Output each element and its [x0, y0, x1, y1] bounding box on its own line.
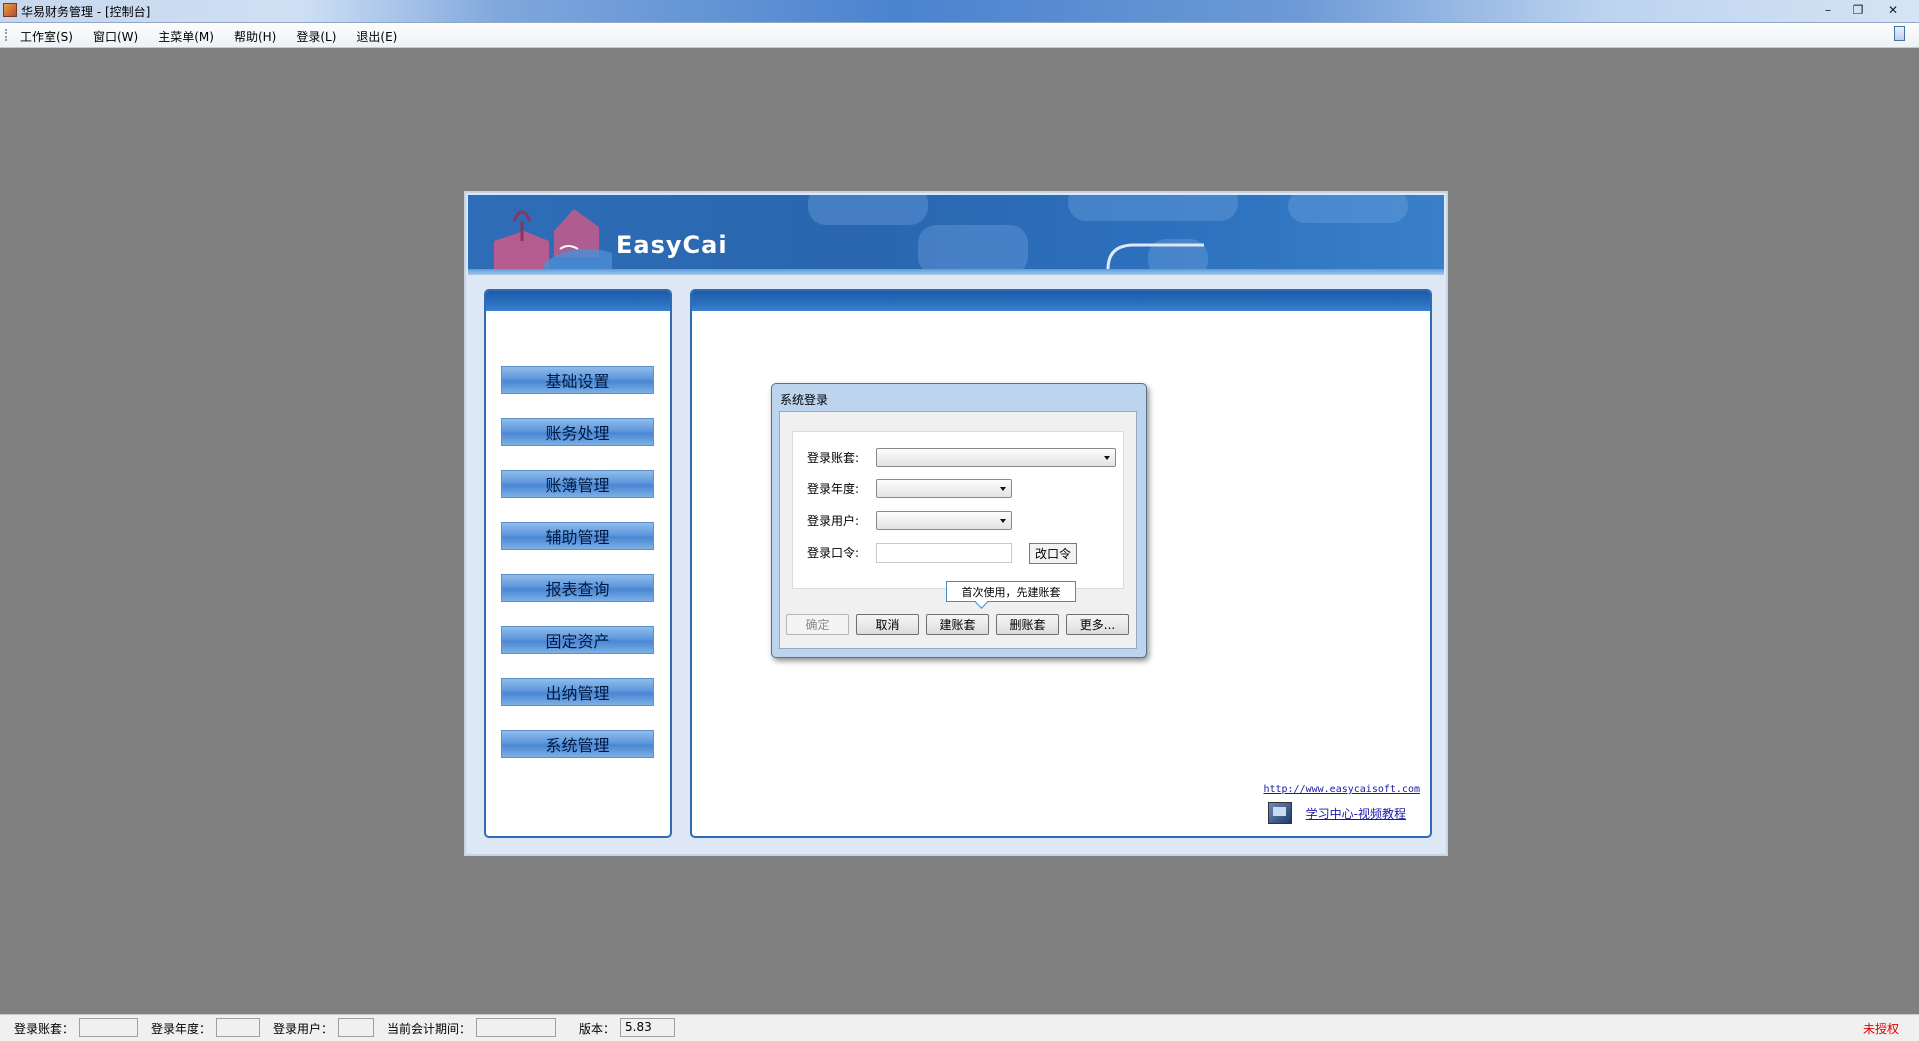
study-center: 学习中心-视频教程 — [1267, 802, 1406, 824]
chevron-down-icon — [1000, 519, 1006, 523]
nav-panel: 基础设置 账务处理 账簿管理 辅助管理 报表查询 固定资产 出纳管理 系统管理 — [484, 289, 672, 838]
password-label: 登录口令: — [807, 546, 860, 560]
user-label: 登录用户: — [807, 514, 860, 528]
status-version-label: 版本： — [579, 1022, 616, 1036]
login-dialog: 系统登录 登录账套: 登录年度: 登录用户: 登录口令: 改口令 首次使用，先建… — [771, 383, 1147, 658]
nav-accounting[interactable]: 账务处理 — [501, 418, 654, 446]
delete-account-set-button[interactable]: 删账套 — [996, 614, 1059, 635]
nav-panel-header — [486, 291, 670, 311]
menu-grip-icon[interactable] — [5, 29, 9, 41]
nav-system[interactable]: 系统管理 — [501, 730, 654, 758]
website-link[interactable]: http://www.easycaisoft.com — [1263, 784, 1420, 795]
status-version-value: 5.83 — [620, 1018, 675, 1037]
cancel-button[interactable]: 取消 — [856, 614, 919, 635]
ok-button[interactable]: 确定 — [786, 614, 849, 635]
user-select[interactable] — [876, 511, 1012, 530]
status-user-label: 登录用户： — [273, 1022, 334, 1036]
content-panel-header — [692, 291, 1430, 311]
nav-fixed-assets[interactable]: 固定资产 — [501, 626, 654, 654]
restore-button[interactable]: ❐ — [1843, 1, 1873, 18]
status-year-value — [216, 1018, 260, 1037]
nav-reports[interactable]: 报表查询 — [501, 574, 654, 602]
video-tutorial-icon[interactable] — [1267, 802, 1292, 824]
status-account-set-label: 登录账套： — [14, 1022, 75, 1036]
nav-basic-settings[interactable]: 基础设置 — [501, 366, 654, 394]
status-period-value — [476, 1018, 556, 1037]
more-button[interactable]: 更多... — [1066, 614, 1129, 635]
banner: EasyCai — [468, 195, 1444, 275]
status-year-label: 登录年度： — [151, 1022, 212, 1036]
window-controls: – ❐ ✕ — [1813, 1, 1913, 18]
status-bar: 登录账套： 登录年度： 登录用户： 当前会计期间： 版本： 5.83 未授权 — [0, 1014, 1919, 1041]
account-set-label: 登录账套: — [807, 451, 860, 465]
nav-auxiliary[interactable]: 辅助管理 — [501, 522, 654, 550]
chevron-down-icon — [1000, 487, 1006, 491]
first-use-tooltip: 首次使用，先建账套 — [946, 581, 1076, 602]
menu-exit[interactable]: 退出(E) — [348, 26, 405, 47]
logo-icon — [494, 209, 612, 273]
password-input[interactable] — [876, 543, 1012, 563]
year-select[interactable] — [876, 479, 1012, 498]
change-password-button[interactable]: 改口令 — [1029, 543, 1077, 564]
document-icon[interactable] — [1894, 26, 1905, 41]
license-status: 未授权 — [1862, 1022, 1899, 1036]
status-account-set-value — [79, 1018, 138, 1037]
menu-bar: 工作室(S) 窗口(W) 主菜单(M) 帮助(H) 登录(L) 退出(E) — [0, 23, 1919, 48]
chevron-down-icon — [1104, 456, 1110, 460]
menu-main[interactable]: 主菜单(M) — [150, 26, 222, 47]
login-form: 登录账套: 登录年度: 登录用户: 登录口令: 改口令 首次使用，先建账套 — [792, 431, 1124, 602]
year-label: 登录年度: — [807, 482, 860, 496]
login-dialog-title: 系统登录 — [780, 393, 829, 407]
menu-help[interactable]: 帮助(H) — [226, 26, 284, 47]
window-title: 华易财务管理 - [控制台] — [21, 5, 151, 19]
account-set-select[interactable] — [876, 448, 1116, 467]
brand-name: EasyCai — [616, 231, 728, 259]
study-center-link[interactable]: 学习中心-视频教程 — [1306, 805, 1406, 822]
menu-studio[interactable]: 工作室(S) — [12, 26, 81, 47]
menu-window[interactable]: 窗口(W) — [85, 26, 146, 47]
status-user-value — [338, 1018, 374, 1037]
nav-ledger[interactable]: 账簿管理 — [501, 470, 654, 498]
status-period-label: 当前会计期间： — [387, 1022, 472, 1036]
menu-login[interactable]: 登录(L) — [288, 26, 344, 47]
app-icon[interactable] — [3, 3, 17, 17]
close-button[interactable]: ✕ — [1873, 1, 1913, 18]
title-bar: 华易财务管理 - [控制台] – ❐ ✕ — [0, 0, 1919, 23]
nav-cashier[interactable]: 出纳管理 — [501, 678, 654, 706]
minimize-button[interactable]: – — [1813, 1, 1843, 18]
create-account-set-button[interactable]: 建账套 — [926, 614, 989, 635]
login-dialog-body: 登录账套: 登录年度: 登录用户: 登录口令: 改口令 首次使用，先建账套 确定… — [779, 411, 1137, 649]
